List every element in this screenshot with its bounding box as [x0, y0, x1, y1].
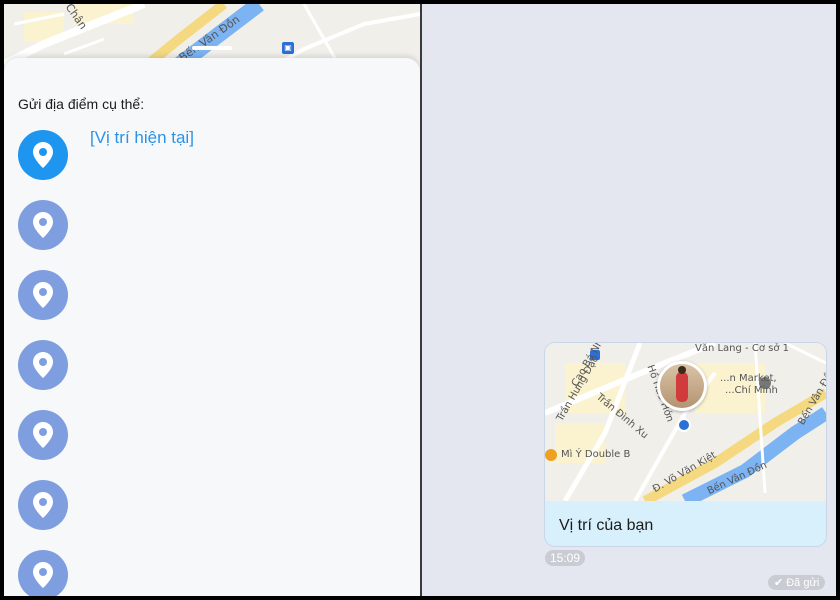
current-location-label[interactable]: [Vị trí hiện tại]: [90, 128, 194, 148]
bus-icon: ▣: [282, 42, 294, 54]
message-timestamp: 15:09: [545, 550, 586, 566]
location-sheet: Gửi địa điểm cụ thể: [Vị trí hiện tại]: [4, 46, 420, 596]
location-option[interactable]: [18, 550, 70, 596]
user-avatar: [657, 361, 707, 411]
location-option[interactable]: [18, 200, 70, 252]
location-option[interactable]: [18, 270, 70, 322]
map-pin-icon: [18, 270, 68, 320]
location-option-current[interactable]: [18, 130, 70, 182]
location-option[interactable]: [18, 340, 70, 392]
location-picker-pane: Chân Bến Vân Đồn ▣ Gửi địa điểm cụ thể: …: [4, 4, 420, 596]
map-pin-icon: [18, 550, 68, 596]
map-pin-icon: [18, 200, 68, 250]
message-status-badge: ✔ Đã gửi: [768, 575, 826, 590]
map-pin-icon: [18, 340, 68, 390]
sheet-drag-handle[interactable]: [192, 46, 232, 50]
check-icon: ✔: [774, 577, 784, 589]
location-message-card[interactable]: Văn Lang - Cơ sở 1 ...n Market, ...Chí M…: [545, 343, 826, 546]
location-caption: Vị trí của bạn: [559, 517, 654, 534]
sheet-title: Gửi địa điểm cụ thể:: [18, 96, 145, 112]
map-pin-icon: [18, 130, 68, 180]
avatar-photo: [660, 364, 704, 408]
map-label: Văn Lang - Cơ sở 1: [695, 343, 789, 354]
location-option[interactable]: [18, 410, 70, 462]
location-option[interactable]: [18, 480, 70, 532]
chat-pane: Văn Lang - Cơ sở 1 ...n Market, ...Chí M…: [422, 4, 836, 596]
message-map-preview[interactable]: Văn Lang - Cơ sở 1 ...n Market, ...Chí M…: [545, 343, 826, 501]
map-label: Mì Ý Double B: [561, 449, 631, 460]
status-label: Đã gửi: [786, 576, 820, 589]
map-pin-icon: [18, 410, 68, 460]
map-label: ...n Market,: [720, 373, 777, 384]
map-label: ...Chí Minh: [725, 385, 778, 396]
map-pin-icon: [18, 480, 68, 530]
